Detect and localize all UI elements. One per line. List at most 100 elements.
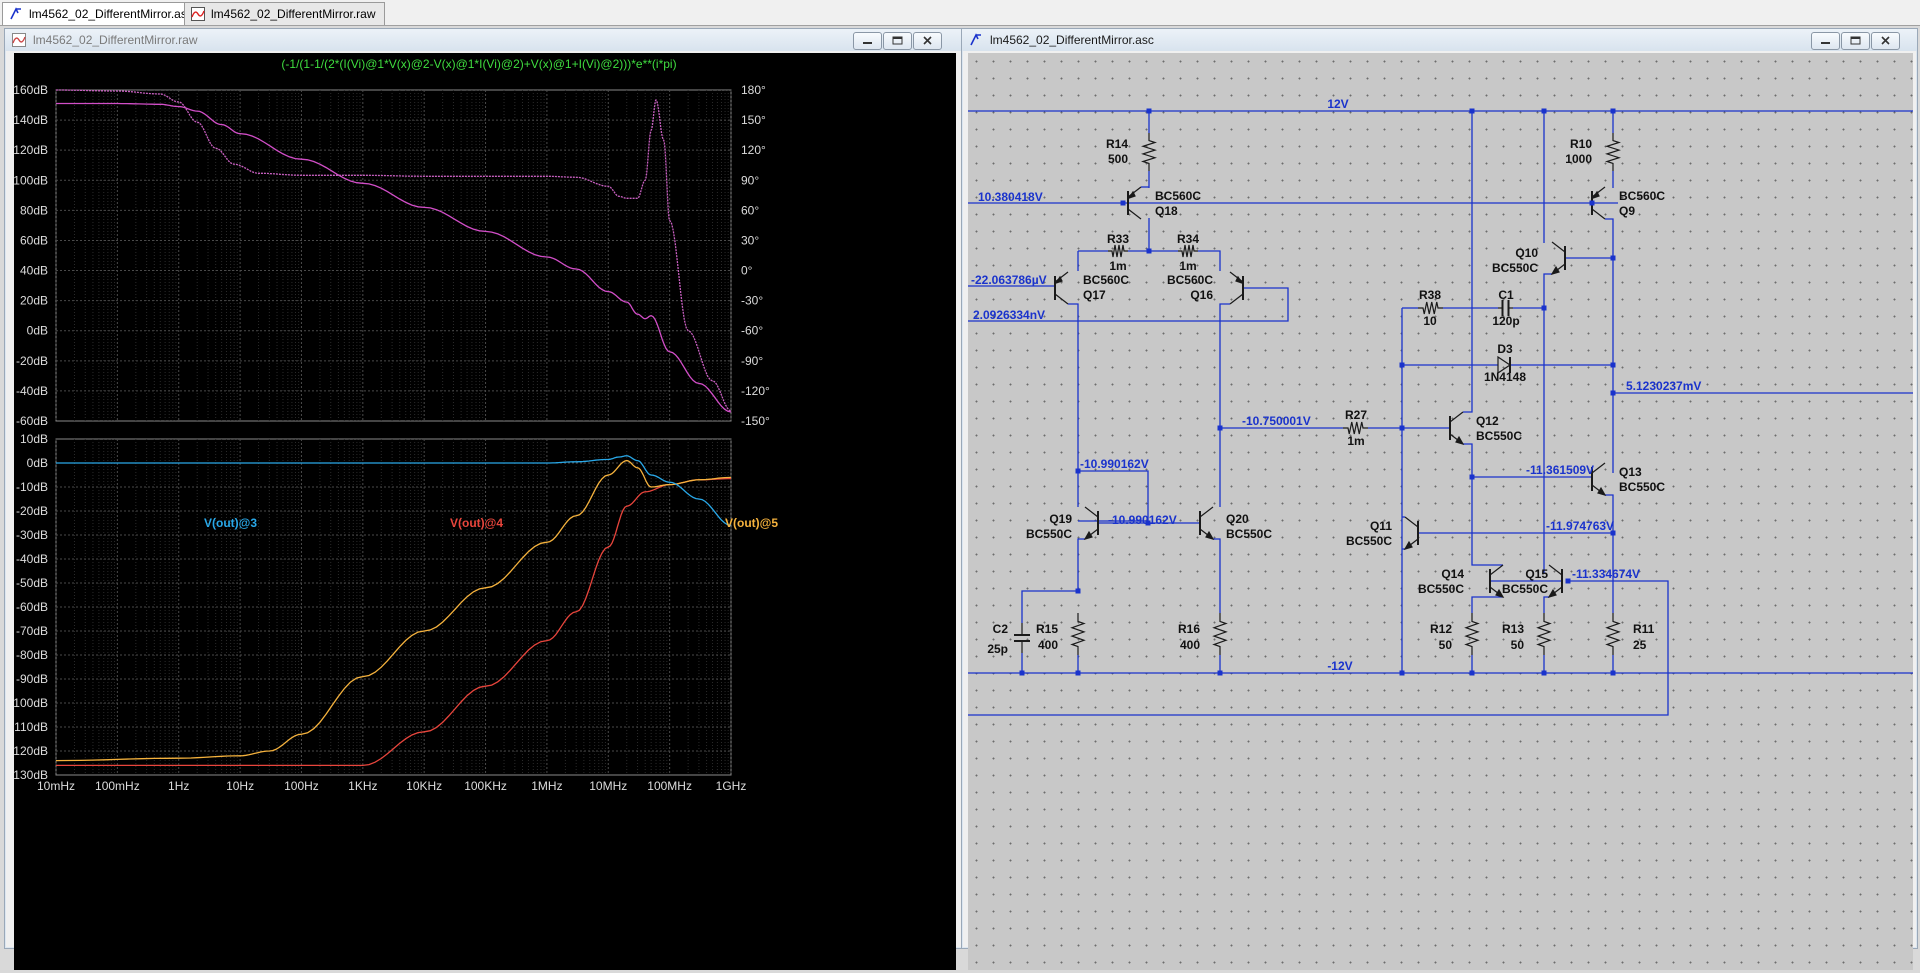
maximize-button[interactable]	[883, 32, 912, 50]
waveform-window-titlebar: lm4562_02_DifferentMirror.raw	[5, 29, 967, 51]
net-label: -11.974763V	[1546, 519, 1614, 533]
component-value: BC550C	[1346, 534, 1392, 548]
y-tick-label: -40dB	[16, 552, 48, 566]
component-value: 400	[1180, 638, 1200, 652]
document-tab-bar: lm4562_02_DifferentMirror.asc lm4562_02_…	[0, 0, 1920, 26]
y-tick-label: 60dB	[20, 233, 48, 247]
component-name: R27	[1345, 408, 1367, 422]
component-name: C1	[1498, 288, 1514, 302]
maximize-button[interactable]	[1841, 32, 1870, 50]
v-out-3-trace	[56, 455, 732, 527]
transistor-collector	[1449, 411, 1464, 423]
component-value: 50	[1439, 638, 1453, 652]
wire	[1471, 553, 1503, 566]
junction-dot	[1217, 670, 1223, 676]
resistor-zigzag	[1108, 244, 1128, 258]
junction-dot	[1565, 578, 1571, 584]
component-value: BC550C	[1502, 582, 1548, 596]
transistor-emitter	[1591, 208, 1606, 220]
wire	[1077, 538, 1085, 591]
y2-tick-label: -90°	[741, 354, 763, 368]
y-tick-label: -80dB	[16, 648, 48, 662]
component-value: BC560C	[1167, 273, 1213, 287]
transistor-arrow	[1547, 588, 1557, 598]
x-tick-label: 10MHz	[589, 779, 627, 793]
component-name: R34	[1177, 232, 1199, 246]
schematic-svg: 12V -12V 10.380418V -22.063786µV 2.0926334nV…	[968, 97, 1913, 716]
component-value: 25p	[987, 642, 1008, 656]
wire	[1463, 111, 1473, 413]
tab-waveform[interactable]: lm4562_02_DifferentMirror.raw	[184, 2, 385, 25]
transistor-q20	[1199, 506, 1215, 540]
legend-v4[interactable]: V(out)@4	[450, 516, 503, 530]
resistor-r12	[1464, 613, 1480, 655]
resistor-zigzag	[1070, 613, 1086, 655]
transistor-q12	[1449, 411, 1465, 445]
component-name: Q12	[1476, 414, 1499, 428]
component-name: Q9	[1619, 204, 1635, 218]
window-title: lm4562_02_DifferentMirror.raw	[33, 33, 198, 47]
y-tick-label: -20dB	[16, 354, 48, 368]
resistor-r33	[1108, 244, 1128, 258]
close-button[interactable]	[913, 32, 942, 50]
x-tick-label: 100KHz	[464, 779, 507, 793]
transistor-collector	[1084, 506, 1099, 518]
wire	[1543, 596, 1549, 613]
y-tick-label: 100dB	[14, 173, 48, 187]
junction-dot	[1120, 200, 1126, 206]
legend-v5[interactable]: V(out)@5	[725, 516, 778, 530]
legend-v3[interactable]: V(out)@3	[204, 516, 257, 530]
x-tick-label: 100Hz	[284, 779, 319, 793]
x-tick-label: 1GHz	[716, 779, 747, 793]
transistor-collector	[1551, 241, 1566, 253]
y-tick-label: 160dB	[14, 83, 48, 97]
component-value: 25	[1633, 638, 1647, 652]
resistor-r38	[1418, 301, 1443, 315]
transistor-arrow	[1597, 486, 1607, 496]
transistor-q19	[1083, 506, 1099, 540]
component-name: Q18	[1155, 204, 1178, 218]
plot-svg: 160dB 140dB 120dB 100dB 80dB 60dB 40dB 20dB 0dB -…	[9, 57, 778, 793]
schematic-canvas[interactable]: 12V -12V 10.380418V -22.063786µV 2.0926334nV…	[968, 53, 1913, 970]
resistor-zigzag	[1343, 421, 1368, 435]
x-tick-label: 1MHz	[531, 779, 562, 793]
junction-dot	[1610, 670, 1616, 676]
y-tick-label: -90dB	[16, 672, 48, 686]
junction-dot	[1217, 425, 1223, 431]
component-name: R16	[1178, 622, 1200, 636]
minimize-button[interactable]	[1811, 32, 1840, 50]
wire	[1471, 596, 1503, 613]
y2-tick-label: 90°	[741, 173, 759, 187]
component-name: R11	[1633, 622, 1655, 636]
y-tick-label: -120dB	[14, 744, 48, 758]
expression-label[interactable]: (-1/(1-1/(2*(I(Vi)@1*V(x)@2-V(x)@1*I(Vi)…	[281, 57, 676, 71]
waveform-plot-area[interactable]: 160dB 140dB 120dB 100dB 80dB 60dB 40dB 20dB 0dB -…	[9, 53, 956, 970]
component-value: BC550C	[1492, 261, 1538, 275]
junction-dot	[1541, 670, 1547, 676]
minimize-button[interactable]	[853, 32, 882, 50]
net-label: -10.750001V	[1242, 414, 1311, 428]
tab-label: lm4562_02_DifferentMirror.raw	[211, 7, 376, 21]
junction-dot	[1469, 670, 1475, 676]
resistor-zigzag	[1536, 613, 1552, 655]
junction-dot	[1469, 108, 1475, 114]
component-value: BC560C	[1619, 189, 1665, 203]
component-name: R14	[1106, 137, 1128, 151]
phase-trace	[56, 89, 732, 412]
component-value: BC560C	[1155, 189, 1201, 203]
close-button[interactable]	[1871, 32, 1900, 50]
y2-tick-label: 60°	[741, 203, 759, 217]
y2-tick-label: 0°	[741, 264, 753, 278]
net-label: 12V	[1327, 97, 1348, 111]
y-tick-label: -10dB	[16, 480, 48, 494]
net-label: 2.0926334nV	[973, 308, 1045, 322]
tab-schematic[interactable]: lm4562_02_DifferentMirror.asc	[2, 2, 202, 25]
y-tick-label: -60dB	[16, 414, 48, 428]
y2-tick-label: 30°	[741, 233, 759, 247]
resistor-r16	[1212, 613, 1228, 655]
transistor-arrow	[1550, 265, 1560, 275]
y-tick-label: 0dB	[27, 456, 48, 470]
component-value: 400	[1038, 638, 1058, 652]
net-label: -12V	[1327, 659, 1352, 673]
y2-tick-label: -150°	[741, 414, 770, 428]
